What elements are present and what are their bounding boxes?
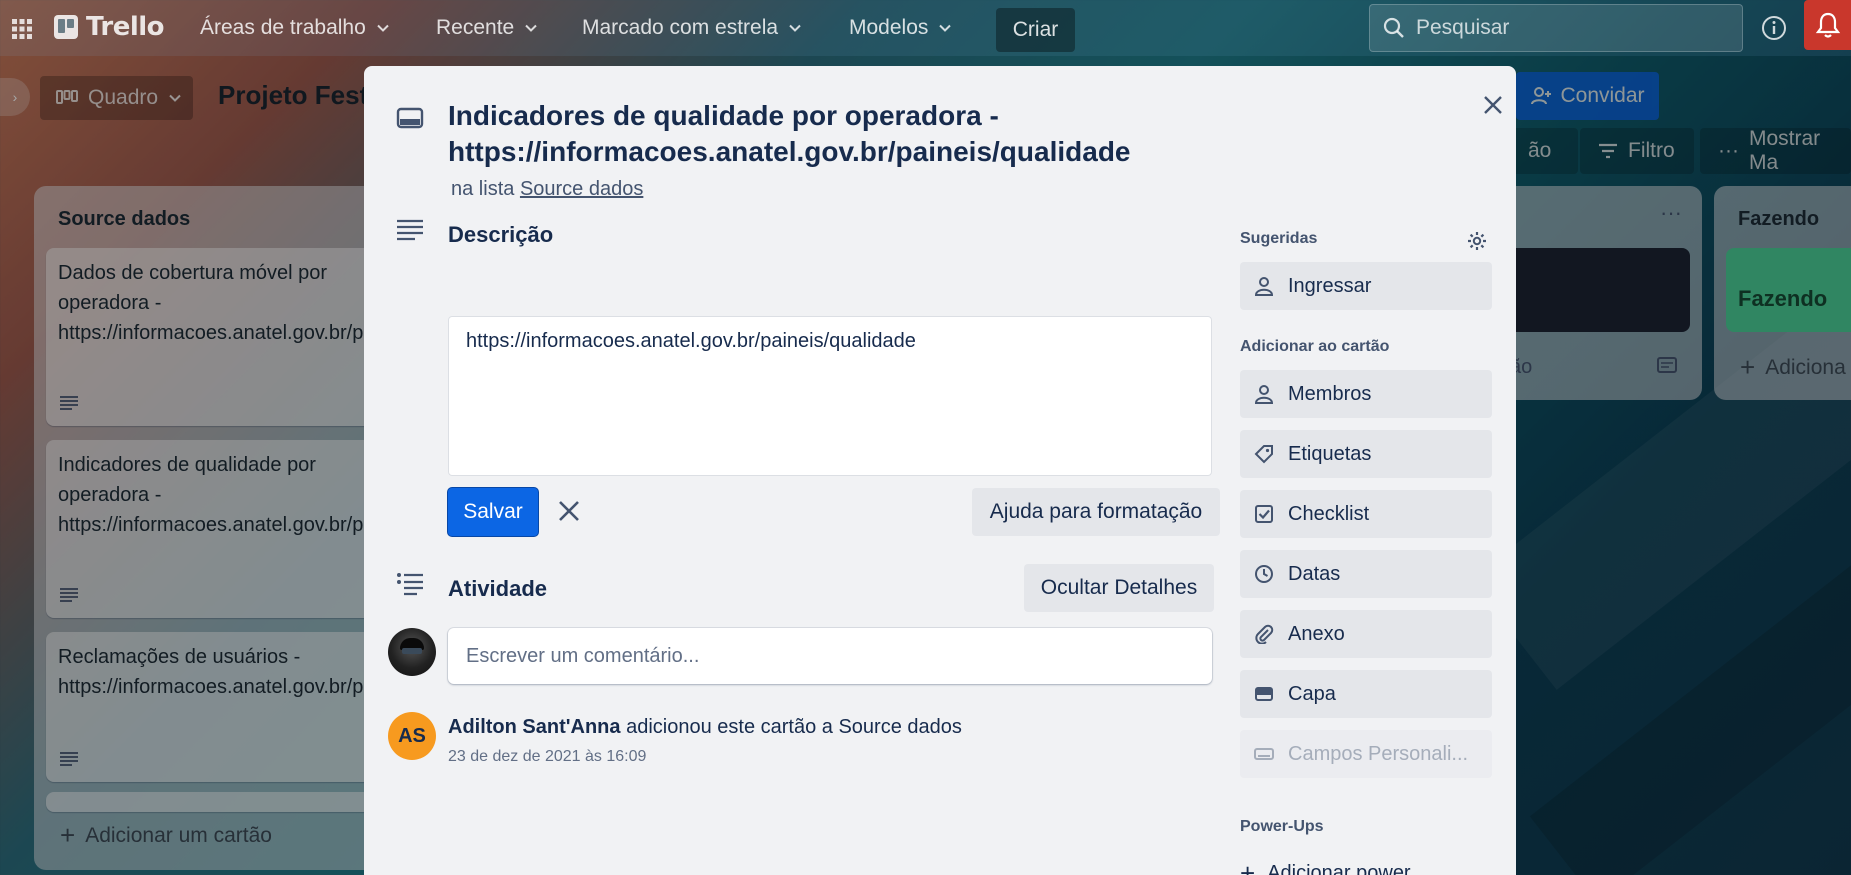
nav-templates-label: Modelos bbox=[849, 16, 929, 39]
activity-user[interactable]: Adilton Sant'Anna bbox=[448, 716, 621, 738]
apps-grid-icon[interactable] bbox=[11, 18, 33, 40]
tag-icon bbox=[1254, 445, 1273, 464]
comment-placeholder: Escrever um comentário... bbox=[466, 644, 700, 667]
close-icon bbox=[1484, 96, 1502, 114]
join-button[interactable]: Ingressar bbox=[1240, 262, 1492, 310]
create-button[interactable]: Criar bbox=[996, 8, 1075, 52]
checklist-icon bbox=[1255, 505, 1273, 523]
dates-button[interactable]: Datas bbox=[1240, 550, 1492, 598]
info-icon[interactable] bbox=[1760, 14, 1788, 42]
suggestions-settings-button[interactable] bbox=[1462, 226, 1492, 256]
description-icon bbox=[397, 219, 423, 241]
paperclip-icon bbox=[1255, 624, 1274, 644]
powerups-label: Power-Ups bbox=[1240, 818, 1324, 835]
custom-fields-button-label: Campos Personali... bbox=[1288, 742, 1469, 765]
cancel-edit-button[interactable] bbox=[552, 494, 586, 528]
chevron-down-icon bbox=[525, 24, 537, 32]
bell-icon bbox=[1815, 12, 1840, 38]
activity-entry: Adilton Sant'Anna adicionou este cartão … bbox=[448, 716, 962, 739]
activity-action: adicionou este cartão a Source dados bbox=[620, 716, 962, 738]
chevron-down-icon bbox=[939, 24, 952, 32]
labels-button[interactable]: Etiquetas bbox=[1240, 430, 1492, 478]
clock-icon bbox=[1255, 565, 1273, 583]
trello-logo[interactable]: Trello bbox=[54, 12, 165, 42]
description-editor[interactable]: https://informacoes.anatel.gov.br/painei… bbox=[448, 316, 1212, 476]
checklist-button-label: Checklist bbox=[1288, 502, 1370, 525]
trello-logo-text: Trello bbox=[86, 12, 165, 42]
nav-starred-label: Marcado com estrela bbox=[582, 16, 779, 39]
cover-icon bbox=[1255, 687, 1273, 701]
attachment-button[interactable]: Anexo bbox=[1240, 610, 1492, 658]
notifications-button[interactable] bbox=[1804, 0, 1851, 50]
nav-recent-label: Recente bbox=[436, 16, 515, 39]
card-list-info: na lista Source dados bbox=[451, 178, 643, 201]
close-button[interactable] bbox=[1474, 86, 1512, 124]
save-button[interactable]: Salvar bbox=[448, 488, 538, 536]
close-icon bbox=[559, 501, 579, 521]
person-icon bbox=[1254, 277, 1274, 296]
search-placeholder: Pesquisar bbox=[1416, 16, 1510, 39]
activity-heading: Atividade bbox=[448, 576, 548, 601]
join-button-label: Ingressar bbox=[1288, 274, 1372, 297]
search-input[interactable]: Pesquisar bbox=[1369, 4, 1743, 52]
card-title-heading[interactable]: Indicadores de qualidade por operadora -… bbox=[448, 98, 1408, 170]
custom-fields-button[interactable]: Campos Personali... bbox=[1240, 730, 1492, 778]
avatar[interactable] bbox=[388, 628, 436, 676]
nav-recent[interactable]: Recente bbox=[436, 10, 538, 46]
custom-fields-icon bbox=[1254, 748, 1274, 760]
card-icon bbox=[396, 107, 424, 129]
chevron-down-icon bbox=[789, 24, 801, 32]
person-icon bbox=[1254, 385, 1274, 404]
format-help-button[interactable]: Ajuda para formatação bbox=[972, 488, 1220, 536]
trello-logo-icon bbox=[54, 15, 78, 39]
search-icon bbox=[1383, 17, 1404, 38]
nav-workspaces-label: Áreas de trabalho bbox=[200, 16, 366, 39]
dates-button-label: Datas bbox=[1288, 562, 1341, 585]
card-detail-modal: Indicadores de qualidade por operadora -… bbox=[364, 66, 1516, 875]
cover-button-label: Capa bbox=[1288, 682, 1336, 705]
add-powerup-button[interactable]: + Adicionar power bbox=[1240, 858, 1411, 875]
avatar[interactable]: AS bbox=[388, 712, 436, 760]
activity-timestamp[interactable]: 23 de dez de 2021 às 16:09 bbox=[448, 748, 646, 766]
members-button[interactable]: Membros bbox=[1240, 370, 1492, 418]
plus-icon: + bbox=[1240, 858, 1256, 875]
nav-workspaces[interactable]: Áreas de trabalho bbox=[200, 10, 390, 46]
add-to-card-label: Adicionar ao cartão bbox=[1240, 338, 1390, 355]
chevron-down-icon bbox=[377, 24, 389, 32]
top-navigation: Trello Áreas de trabalho Recente Marcado… bbox=[0, 0, 1851, 56]
cover-button[interactable]: Capa bbox=[1240, 670, 1492, 718]
labels-button-label: Etiquetas bbox=[1288, 442, 1372, 465]
members-button-label: Membros bbox=[1288, 382, 1372, 405]
attachment-button-label: Anexo bbox=[1288, 622, 1345, 645]
hide-details-button[interactable]: Ocultar Detalhes bbox=[1024, 564, 1214, 612]
add-powerup-label: Adicionar power bbox=[1267, 862, 1411, 875]
activity-icon bbox=[397, 573, 423, 596]
nav-starred[interactable]: Marcado com estrela bbox=[582, 10, 802, 46]
gear-icon bbox=[1468, 232, 1486, 250]
suggested-label: Sugeridas bbox=[1240, 230, 1318, 247]
nav-templates[interactable]: Modelos bbox=[849, 10, 952, 46]
description-text: https://informacoes.anatel.gov.br/painei… bbox=[466, 330, 916, 352]
comment-input[interactable]: Escrever um comentário... bbox=[448, 628, 1212, 684]
in-list-prefix: na lista bbox=[451, 178, 515, 200]
description-heading: Descrição bbox=[448, 222, 554, 247]
in-list-link[interactable]: Source dados bbox=[520, 178, 643, 200]
checklist-button[interactable]: Checklist bbox=[1240, 490, 1492, 538]
